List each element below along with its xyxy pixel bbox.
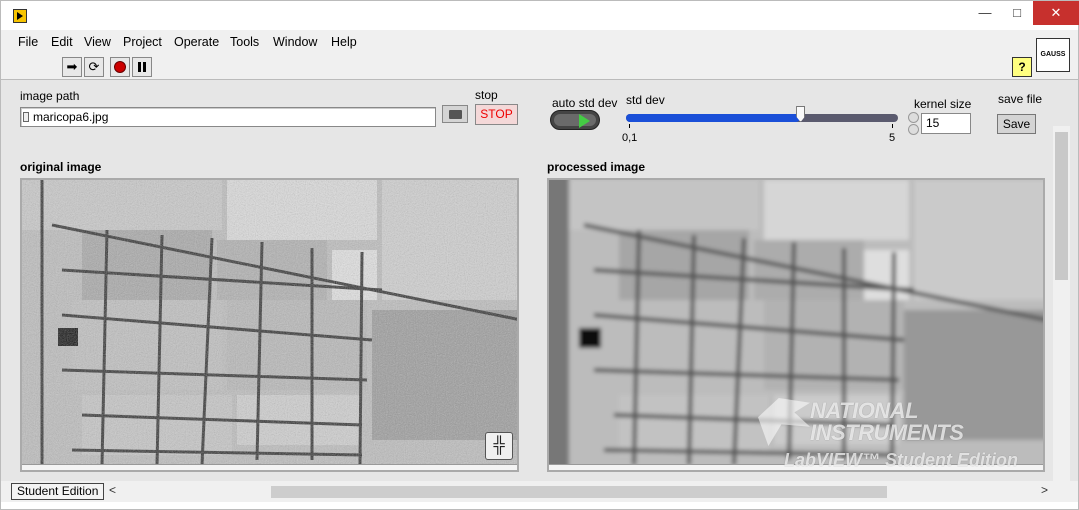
image-path-label: image path xyxy=(20,89,80,103)
front-panel: image path maricopa6.jpg stop STOP auto … xyxy=(0,80,1079,481)
ni-logo-icon: ╬ xyxy=(485,432,513,460)
original-image-label: original image xyxy=(20,160,102,174)
watermark-line-2: INSTRUMENTS xyxy=(810,420,964,445)
vertical-scrollbar-thumb[interactable] xyxy=(1055,132,1068,280)
menu-view[interactable]: View xyxy=(84,35,111,49)
menu-help[interactable]: Help xyxy=(331,35,357,49)
processed-image-label: processed image xyxy=(547,160,646,174)
menu-window[interactable]: Window xyxy=(273,35,317,49)
run-button[interactable]: ➡ xyxy=(62,57,82,77)
scroll-left-icon[interactable]: < xyxy=(109,483,116,497)
stop-label: stop xyxy=(475,88,498,102)
pause-button[interactable] xyxy=(132,57,152,77)
image-scrollbar[interactable] xyxy=(22,464,517,470)
slider-tick-max xyxy=(892,124,893,128)
slider-tick-min xyxy=(629,124,630,128)
menu-operate[interactable]: Operate xyxy=(174,35,219,49)
menu-file[interactable]: File xyxy=(18,35,38,49)
save-file-label: save file xyxy=(998,92,1043,106)
save-button[interactable]: Save xyxy=(997,114,1036,134)
vi-connector-icon: GAUSS xyxy=(1036,38,1070,72)
kernel-size-label: kernel size xyxy=(914,97,972,111)
browse-button[interactable] xyxy=(442,105,468,123)
processed-image-content xyxy=(549,180,1043,470)
minimize-button[interactable]: — xyxy=(969,1,1001,25)
increment-arrow-icon[interactable] xyxy=(908,112,919,123)
abort-button[interactable] xyxy=(110,57,130,77)
std-dev-slider-fill xyxy=(626,114,801,122)
std-dev-min-label: 0,1 xyxy=(622,132,638,144)
menu-edit[interactable]: Edit xyxy=(51,35,73,49)
window-bottom-edge xyxy=(0,502,1079,510)
folder-icon xyxy=(448,110,462,119)
play-icon xyxy=(579,114,590,128)
std-dev-label: std dev xyxy=(626,93,665,107)
horizontal-scrollbar[interactable]: < > xyxy=(107,483,1051,499)
labview-vi-icon[interactable] xyxy=(13,9,27,23)
horizontal-scrollbar-thumb[interactable] xyxy=(271,486,887,498)
auto-std-dev-toggle[interactable] xyxy=(550,110,600,130)
std-dev-max-label: 5 xyxy=(889,132,896,144)
vertical-scrollbar[interactable] xyxy=(1053,126,1070,481)
image-path-input[interactable]: maricopa6.jpg xyxy=(20,107,436,127)
title-bar: — □ ✕ xyxy=(0,0,1079,30)
menu-tools[interactable]: Tools xyxy=(230,35,259,49)
watermark-line-3: LabVIEW™ Student Edition xyxy=(784,450,1018,470)
auto-std-dev-label: auto std dev xyxy=(552,96,618,110)
run-continuously-button[interactable]: ⟳ xyxy=(84,57,104,77)
toolbar: ➡ ⟳ ? GAUSS xyxy=(0,38,1079,80)
kernel-size-input[interactable]: 15 xyxy=(921,113,971,134)
menu-project[interactable]: Project xyxy=(123,35,162,49)
pause-icon xyxy=(138,62,146,72)
edition-badge: Student Edition xyxy=(11,483,104,500)
maximize-button[interactable]: □ xyxy=(1001,1,1033,25)
processed-image-display[interactable] xyxy=(547,178,1045,472)
path-type-icon xyxy=(23,112,29,122)
abort-icon xyxy=(114,61,126,73)
decrement-arrow-icon[interactable] xyxy=(908,124,919,135)
menu-bar: File Edit View Project Operate Tools Win… xyxy=(0,30,1079,54)
status-bar: Student Edition < > xyxy=(0,481,1079,502)
image-path-value: maricopa6.jpg xyxy=(33,110,109,124)
context-help-button[interactable]: ? xyxy=(1012,57,1032,77)
scroll-right-icon[interactable]: > xyxy=(1041,483,1048,497)
close-button[interactable]: ✕ xyxy=(1033,1,1079,25)
original-image-content xyxy=(22,180,517,470)
std-dev-slider[interactable] xyxy=(626,114,898,122)
kernel-size-stepper[interactable] xyxy=(907,112,920,136)
original-image-display[interactable]: ╬ xyxy=(20,178,519,472)
stop-button[interactable]: STOP xyxy=(475,104,518,125)
